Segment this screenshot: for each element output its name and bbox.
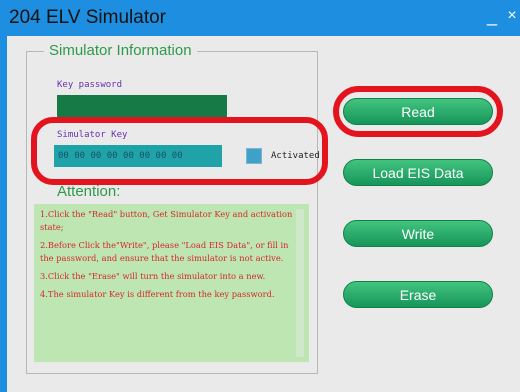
instructions-scrollbar[interactable] <box>296 209 304 357</box>
group-legend: Simulator Information <box>44 42 197 59</box>
read-highlight-ring <box>333 86 503 137</box>
erase-button[interactable]: Erase <box>343 281 493 308</box>
attention-heading: Attention: <box>57 183 121 200</box>
title-bar[interactable]: 204 ELV Simulator _ × <box>0 0 520 36</box>
instruction-note: 1.Click the "Read" button, Get Simulator… <box>40 209 293 232</box>
write-button[interactable]: Write <box>343 220 493 247</box>
key-password-label: Key password <box>57 80 123 90</box>
instruction-note: 4.The simulator Key is different from th… <box>40 289 275 299</box>
key-password-field[interactable] <box>57 95 227 117</box>
window-title: 204 ELV Simulator <box>9 7 167 28</box>
simulator-key-highlight-ring <box>31 117 328 185</box>
instructions-box: 1.Click the "Read" button, Get Simulator… <box>34 204 309 362</box>
instruction-note: 2.Before Click the"Write", please "Load … <box>40 240 289 263</box>
instruction-note: 3.Click the "Erase" will turn the simula… <box>40 271 266 281</box>
close-button[interactable]: × <box>505 4 519 28</box>
minimize-button[interactable]: _ <box>483 4 501 28</box>
load-eis-data-button[interactable]: Load EIS Data <box>343 159 493 186</box>
